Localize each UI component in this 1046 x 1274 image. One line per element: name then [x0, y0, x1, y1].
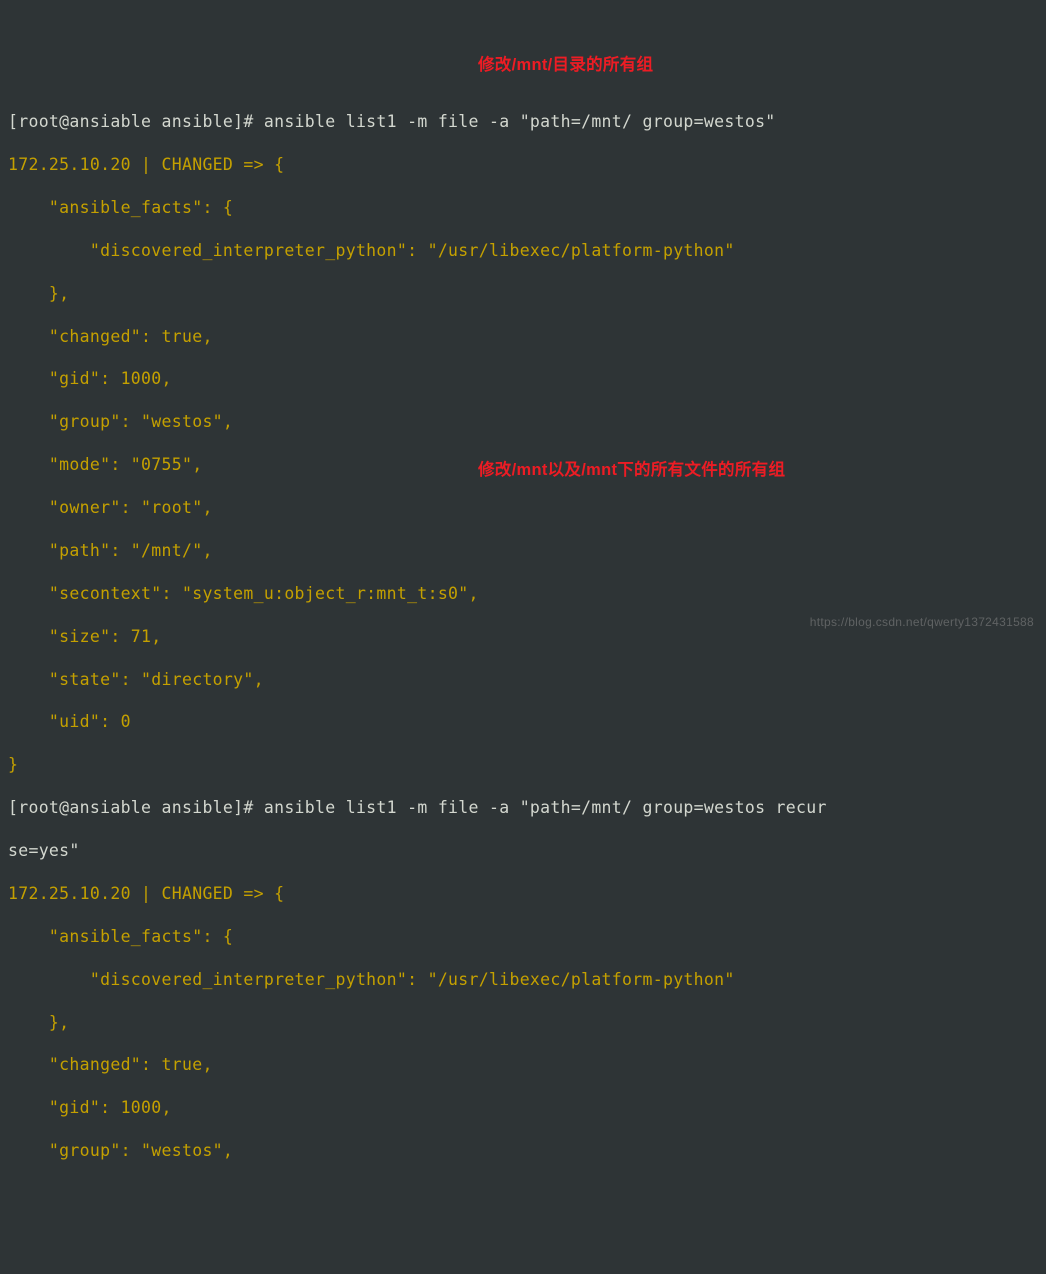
output-line: "discovered_interpreter_python": "/usr/l… — [8, 969, 1038, 990]
output-header: 172.25.10.20 | CHANGED => { — [8, 154, 1038, 175]
output-line: "owner": "root", — [8, 497, 1038, 518]
output-line: "path": "/mnt/", — [8, 540, 1038, 561]
output-line: "secontext": "system_u:object_r:mnt_t:s0… — [8, 583, 1038, 604]
output-line: "discovered_interpreter_python": "/usr/l… — [8, 240, 1038, 261]
output-line: "uid": 0 — [8, 711, 1038, 732]
command-prompt-line: [root@ansiable ansible]# ansible list1 -… — [8, 111, 1038, 132]
output-line: "group": "westos", — [8, 411, 1038, 432]
annotation-text: 修改/mnt/目录的所有组 — [478, 55, 653, 76]
output-line: }, — [8, 1012, 1038, 1033]
command-prompt-line-wrap: se=yes" — [8, 840, 1038, 861]
output-line: }, — [8, 283, 1038, 304]
output-header: 172.25.10.20 | CHANGED => { — [8, 883, 1038, 904]
terminal-output[interactable]: [root@ansiable ansible]# ansible list1 -… — [8, 90, 1038, 1183]
output-line: "ansible_facts": { — [8, 926, 1038, 947]
output-close-brace: } — [8, 754, 1038, 775]
watermark-text: https://blog.csdn.net/qwerty1372431588 — [810, 615, 1034, 631]
annotation-text: 修改/mnt以及/mnt下的所有文件的所有组 — [478, 460, 785, 481]
output-line: "changed": true, — [8, 326, 1038, 347]
output-line: "gid": 1000, — [8, 1097, 1038, 1118]
command-prompt-line: [root@ansiable ansible]# ansible list1 -… — [8, 797, 1038, 818]
output-line: "state": "directory", — [8, 669, 1038, 690]
output-line: "group": "westos", — [8, 1140, 1038, 1161]
output-line: "changed": true, — [8, 1054, 1038, 1075]
output-line: "ansible_facts": { — [8, 197, 1038, 218]
output-line: "gid": 1000, — [8, 368, 1038, 389]
